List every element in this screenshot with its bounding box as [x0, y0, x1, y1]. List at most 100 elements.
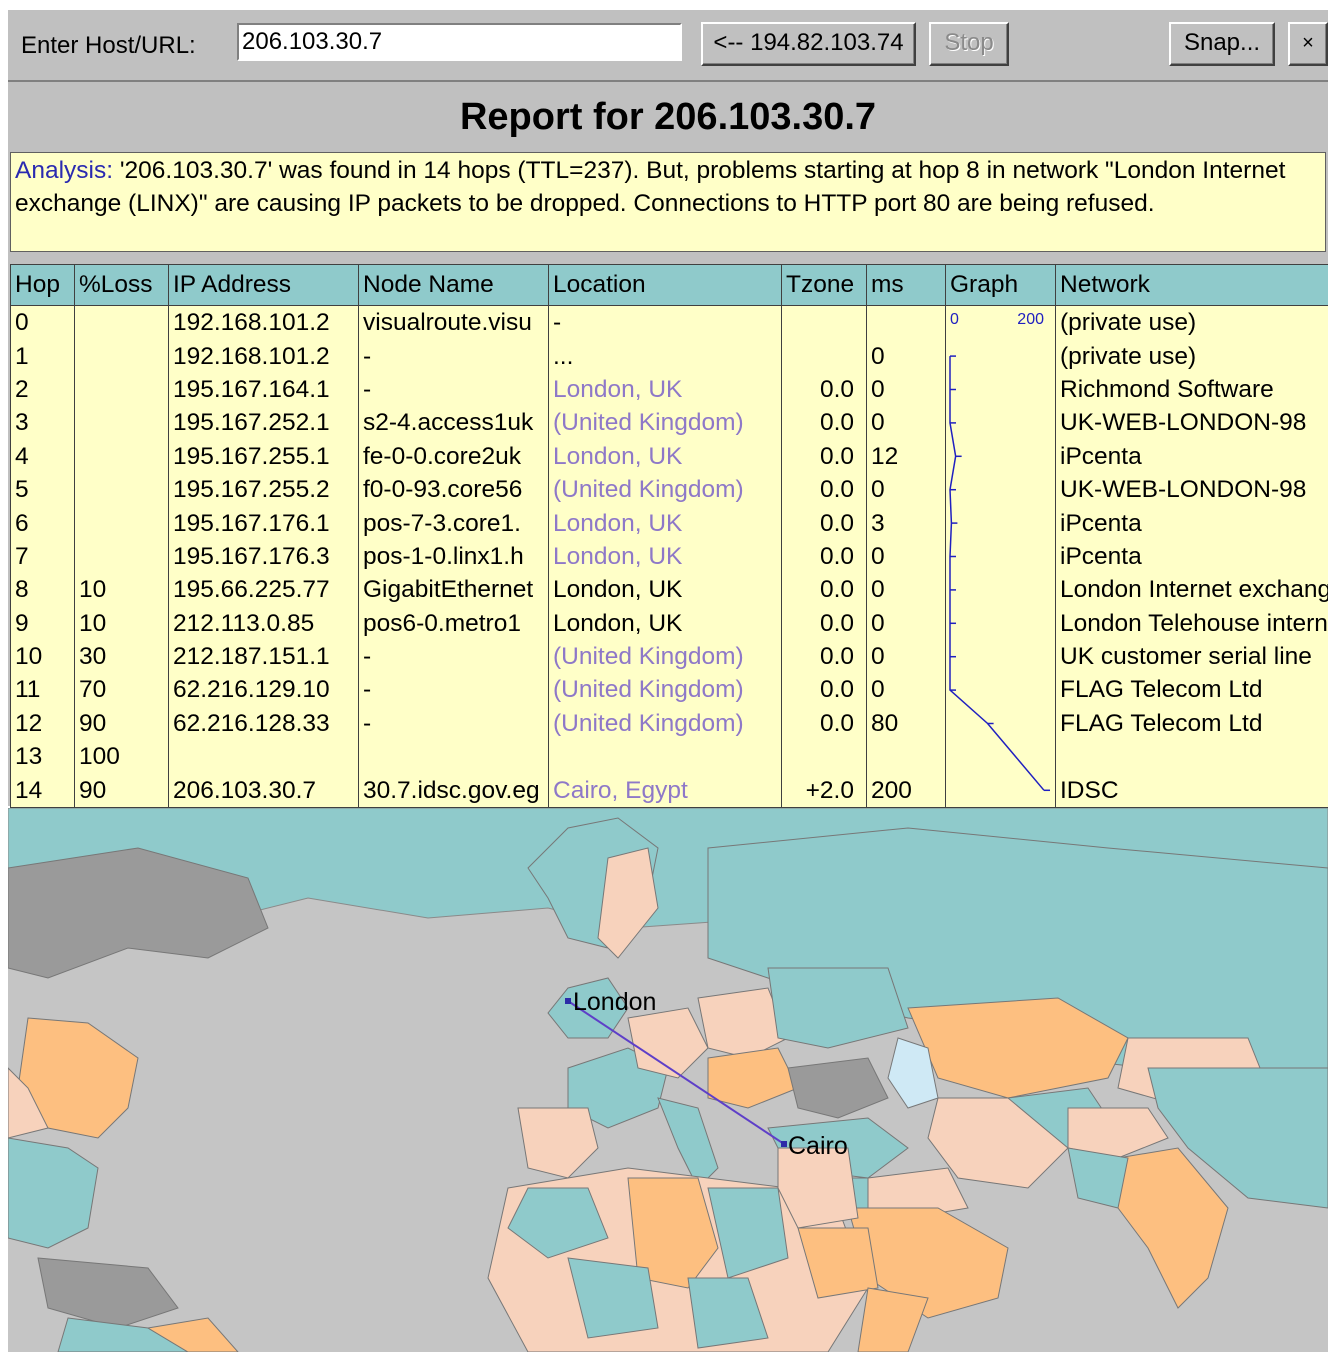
- loss-cell: [74, 305, 169, 340]
- table-row[interactable]: 2 195.167.164.1- London, UK 0.0 0 Richmond So…: [10, 372, 1328, 407]
- col-network[interactable]: Network: [1055, 264, 1328, 306]
- city-label-cairo: Cairo: [788, 1132, 848, 1160]
- land-ethiopia: [857, 1287, 929, 1352]
- hop-cell: 5: [10, 472, 75, 507]
- network-cell: FLAG Telecom Ltd: [1055, 673, 1328, 707]
- graph-cell: [945, 372, 1056, 407]
- table-row[interactable]: 0 192.168.101.2 visualroute.visu - (private …: [10, 305, 1328, 340]
- stop-button[interactable]: Stop: [929, 22, 1009, 66]
- loss-cell: 70: [74, 673, 169, 707]
- node-name-cell: f0-0-93.core56: [358, 472, 549, 507]
- col-loss[interactable]: %Loss: [74, 264, 169, 306]
- hop-cell: 3: [10, 406, 75, 440]
- table-row[interactable]: 9 10 212.113.0.85 pos6-0.metro1 London, UK 0.…: [10, 606, 1328, 640]
- tzone-cell: 0.0: [781, 506, 867, 540]
- ms-cell: 200: [866, 773, 946, 808]
- table-row[interactable]: 7 195.167.176.3 pos-1-0.linx1.h London, UK 0…: [10, 539, 1328, 574]
- table-row[interactable]: 6 195.167.176.1 pos-7-3.core1. London, UK 0.…: [10, 506, 1328, 540]
- table-row[interactable]: 11 70 62.216.129.10- (United Kingdom) 0.0 0 FL…: [10, 673, 1328, 707]
- ip-cell: 195.167.176.1: [168, 506, 359, 540]
- ms-cell: 0: [866, 406, 946, 440]
- back-button[interactable]: <-- 194.82.103.74: [701, 22, 916, 66]
- location-cell: London, UK: [548, 439, 782, 473]
- land-caribbean: [37, 1257, 179, 1329]
- hop-cell: 6: [10, 506, 75, 540]
- hop-cell: 1: [10, 339, 75, 373]
- col-hop[interactable]: Hop: [10, 264, 75, 306]
- col-tzone[interactable]: Tzone: [781, 264, 867, 306]
- ms-cell: 80: [866, 706, 946, 741]
- url-label: Enter Host/URL:: [21, 32, 196, 59]
- land-romania: [787, 1057, 889, 1119]
- network-cell: iPcenta: [1055, 439, 1328, 473]
- land-us-east: [8, 1137, 99, 1249]
- table-row[interactable]: 3 195.167.252.1 s2-4.access1uk (United King…: [10, 406, 1328, 440]
- ip-cell: 195.167.164.1: [168, 372, 359, 407]
- snap-button[interactable]: Snap...: [1169, 22, 1275, 66]
- hop-cell: 11: [10, 673, 75, 707]
- ip-cell: 195.167.252.1: [168, 406, 359, 440]
- loss-cell: 10: [74, 606, 169, 640]
- graph-cell: [945, 539, 1056, 574]
- hop-cell: 9: [10, 606, 75, 640]
- close-button[interactable]: ×: [1288, 22, 1328, 66]
- report-panel: Report for 206.103.30.7 Analysis: '206.1…: [8, 82, 1328, 808]
- loss-cell: [74, 539, 169, 574]
- tzone-cell: 0.0: [781, 606, 867, 640]
- ms-cell: 12: [866, 439, 946, 473]
- loss-cell: [74, 506, 169, 540]
- table-row[interactable]: 5 195.167.255.2 f0-0-93.core56 (United King…: [10, 472, 1328, 507]
- node-name-cell: 30.7.idsc.gov.eg: [358, 773, 549, 808]
- table-row[interactable]: 13 100: [10, 740, 1328, 774]
- location-cell: (United Kingdom): [548, 406, 782, 440]
- land-balkans: [707, 1047, 799, 1109]
- land-ukraine: [767, 967, 909, 1049]
- city-marker-london[interactable]: [565, 998, 571, 1004]
- graph-cell: [945, 573, 1056, 607]
- analysis-label[interactable]: Analysis:: [15, 157, 113, 184]
- network-cell: UK customer serial line: [1055, 639, 1328, 674]
- table-row[interactable]: 10 30 212.187.151.1- (United Kingdom) 0.0 0 UK…: [10, 639, 1328, 674]
- ms-cell: 0: [866, 573, 946, 607]
- ip-cell: 195.167.176.3: [168, 539, 359, 574]
- col-ip-address[interactable]: IP Address: [168, 264, 359, 306]
- graph-cell: [945, 706, 1056, 741]
- ms-cell: 3: [866, 506, 946, 540]
- tzone-cell: 0.0: [781, 406, 867, 440]
- loss-cell: [74, 339, 169, 373]
- world-map[interactable]: London Cairo: [8, 808, 1328, 1352]
- node-name-cell: -: [358, 673, 549, 707]
- col-graph[interactable]: Graph: [945, 264, 1056, 306]
- table-row[interactable]: 4 195.167.255.1 fe-0-0.core2uk London, UK 0.…: [10, 439, 1328, 473]
- col-ms[interactable]: ms: [866, 264, 946, 306]
- tzone-cell: 0.0: [781, 639, 867, 674]
- table-row[interactable]: 12 90 62.216.128.33- (United Kingdom) 0.0 80 F…: [10, 706, 1328, 741]
- hop-cell: 8: [10, 573, 75, 607]
- tzone-cell: 0.0: [781, 706, 867, 741]
- col-location[interactable]: Location: [548, 264, 782, 306]
- ms-cell: 0: [866, 539, 946, 574]
- location-cell: London, UK: [548, 606, 782, 640]
- table-row[interactable]: 14 90 206.103.30.7 30.7.idsc.gov.eg Cairo, E…: [10, 773, 1328, 808]
- loss-cell: [74, 439, 169, 473]
- graph-cell: [945, 339, 1056, 373]
- table-row[interactable]: 1 192.168.101.2-... 0 (private use): [10, 339, 1328, 373]
- loss-cell: 90: [74, 706, 169, 741]
- land-sweden: [597, 847, 659, 959]
- tzone-cell: 0.0: [781, 673, 867, 707]
- node-name-cell: -: [358, 339, 549, 373]
- network-cell: iPcenta: [1055, 506, 1328, 540]
- loss-cell: [74, 372, 169, 407]
- location-cell: (United Kingdom): [548, 706, 782, 741]
- col-node-name[interactable]: Node Name: [358, 264, 549, 306]
- ms-cell: [866, 740, 946, 774]
- analysis-box: Analysis: '206.103.30.7' was found in 14…: [10, 152, 1326, 252]
- node-name-cell: visualroute.visu: [358, 305, 549, 340]
- table-row[interactable]: 8 10 195.66.225.77 GigabitEthernet London, U…: [10, 573, 1328, 607]
- ms-cell: 0: [866, 339, 946, 373]
- location-cell: Cairo, Egypt: [548, 773, 782, 808]
- hop-cell: 12: [10, 706, 75, 741]
- city-marker-cairo[interactable]: [781, 1141, 787, 1147]
- host-url-input[interactable]: [237, 23, 682, 61]
- graph-cell: [945, 639, 1056, 674]
